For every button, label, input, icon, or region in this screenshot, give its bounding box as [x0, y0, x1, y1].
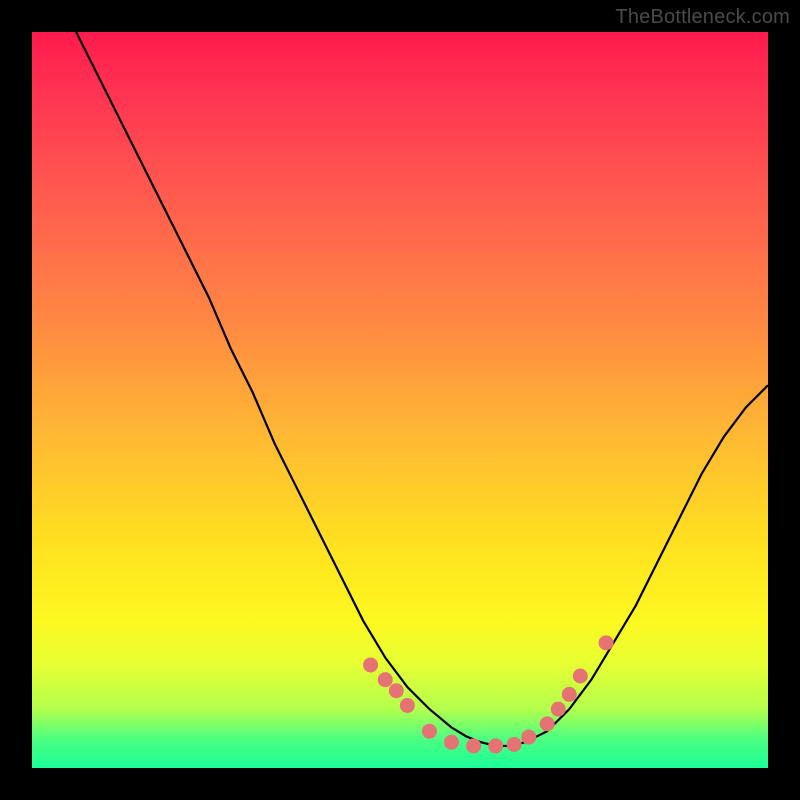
marker-dot	[507, 737, 521, 751]
watermark-text: TheBottleneck.com	[615, 6, 790, 29]
plot-area	[32, 32, 768, 768]
marker-dot	[522, 730, 536, 744]
marker-dot	[540, 717, 554, 731]
marker-dot	[378, 673, 392, 687]
bottleneck-curve	[32, 32, 768, 768]
marker-dot	[364, 658, 378, 672]
marker-dot	[422, 724, 436, 738]
marker-dot	[562, 687, 576, 701]
curve-line	[32, 0, 768, 746]
marker-dot	[489, 739, 503, 753]
marker-dot	[467, 739, 481, 753]
curve-markers	[364, 636, 614, 753]
chart-frame: TheBottleneck.com	[0, 0, 800, 800]
marker-dot	[573, 669, 587, 683]
marker-dot	[445, 735, 459, 749]
marker-dot	[389, 684, 403, 698]
marker-dot	[400, 698, 414, 712]
marker-dot	[599, 636, 613, 650]
marker-dot	[551, 702, 565, 716]
